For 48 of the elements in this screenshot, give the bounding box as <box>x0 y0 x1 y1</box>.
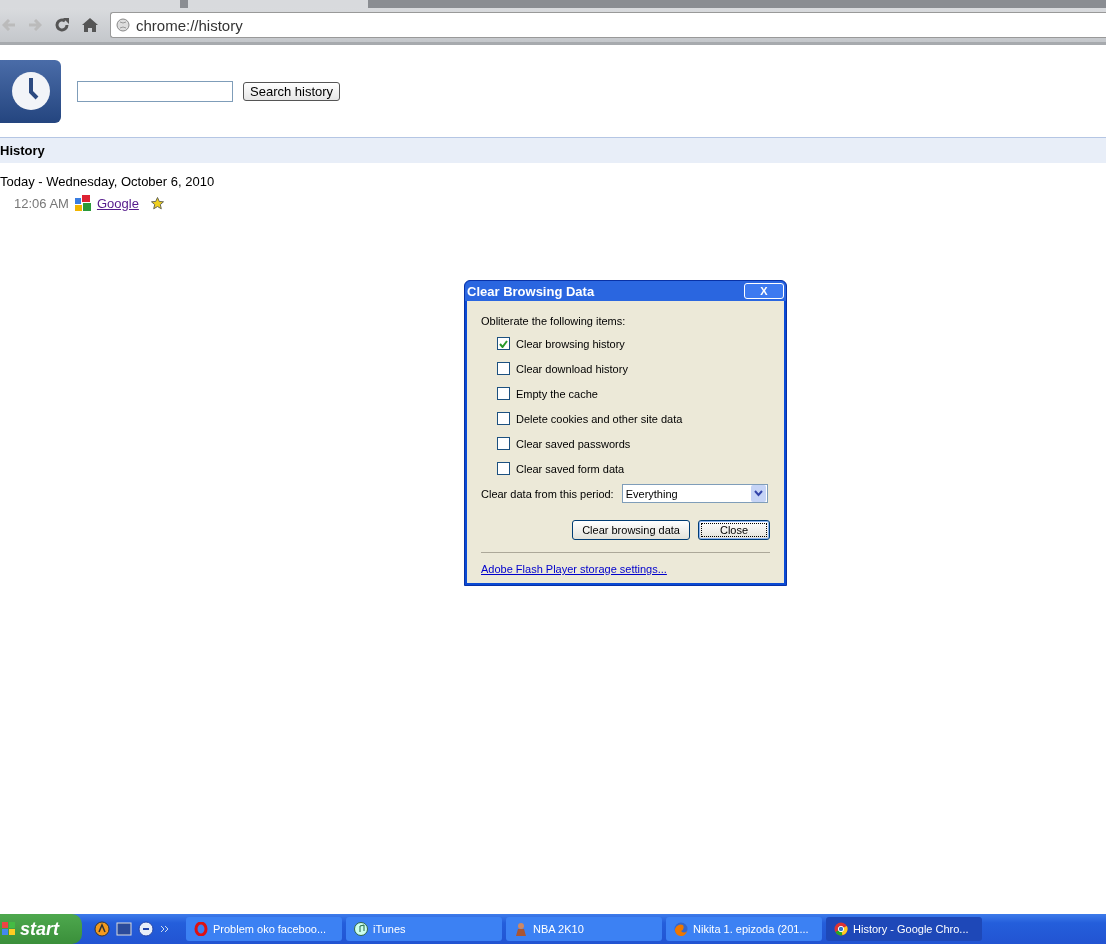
fox-globe-icon <box>674 922 688 936</box>
dialog-button[interactable]: Clear browsing data <box>572 520 690 540</box>
windows-logo-icon <box>2 922 16 936</box>
globe-icon <box>116 18 130 32</box>
settings-link[interactable]: Adobe Flash Player storage settings... <box>481 563 667 575</box>
checkbox[interactable] <box>497 462 510 475</box>
letter-o-icon <box>194 922 208 936</box>
chevron-icon[interactable] <box>160 925 170 933</box>
taskbar-button[interactable]: History - Google Chro... <box>826 917 982 941</box>
checkbox[interactable] <box>497 337 510 350</box>
checkbox[interactable] <box>497 437 510 450</box>
taskbar-button[interactable]: NBA 2K10 <box>506 917 662 941</box>
chrome-icon <box>834 922 848 936</box>
taskbar-button[interactable]: Nikita 1. epizoda (201... <box>666 917 822 941</box>
visit-time: 12:06 AM <box>14 195 69 211</box>
dialog-title: Clear Browsing Data <box>467 283 595 299</box>
checkbox-label: Delete cookies and other site data <box>516 412 683 425</box>
period-label: Clear data from this period: <box>481 487 614 500</box>
instruction-text: Obliterate the following items: <box>481 315 627 327</box>
page-link[interactable]: Google <box>96 195 139 211</box>
checkbox[interactable] <box>497 387 510 400</box>
music-note-icon <box>354 922 368 936</box>
checkbox[interactable] <box>497 362 510 375</box>
star-icon[interactable] <box>150 196 164 210</box>
address-bar[interactable]: chrome://history <box>110 12 1106 38</box>
checkbox-label: Clear download history <box>516 362 628 375</box>
player-icon <box>514 922 528 936</box>
dialog-button[interactable]: Close <box>698 520 770 540</box>
section-header: History <box>0 137 1106 163</box>
search-button[interactable]: Search history <box>243 81 341 101</box>
app-icon[interactable] <box>138 921 154 937</box>
app-icon[interactable] <box>94 921 110 937</box>
checkbox-label: Clear saved passwords <box>516 437 631 450</box>
checkbox-label: Clear saved form data <box>516 462 625 475</box>
desktop-icon[interactable] <box>116 921 132 937</box>
search-field[interactable] <box>77 80 233 102</box>
taskbar-button[interactable]: Problem oko faceboo... <box>186 917 342 941</box>
checkbox-label: Empty the cache <box>516 387 598 400</box>
checkbox[interactable] <box>497 412 510 425</box>
reload-icon[interactable] <box>54 17 70 33</box>
checkbox-label: Clear browsing history <box>516 337 625 350</box>
home-icon[interactable] <box>82 17 98 33</box>
date-heading: Today - Wednesday, October 6, 2010 <box>0 174 215 189</box>
site-icon <box>74 195 91 211</box>
clock-icon <box>0 59 61 123</box>
title-bar-x-button[interactable]: X <box>744 283 784 299</box>
taskbar-button[interactable]: iTunes <box>346 917 502 941</box>
period-dropdown[interactable]: Everything <box>621 484 768 503</box>
